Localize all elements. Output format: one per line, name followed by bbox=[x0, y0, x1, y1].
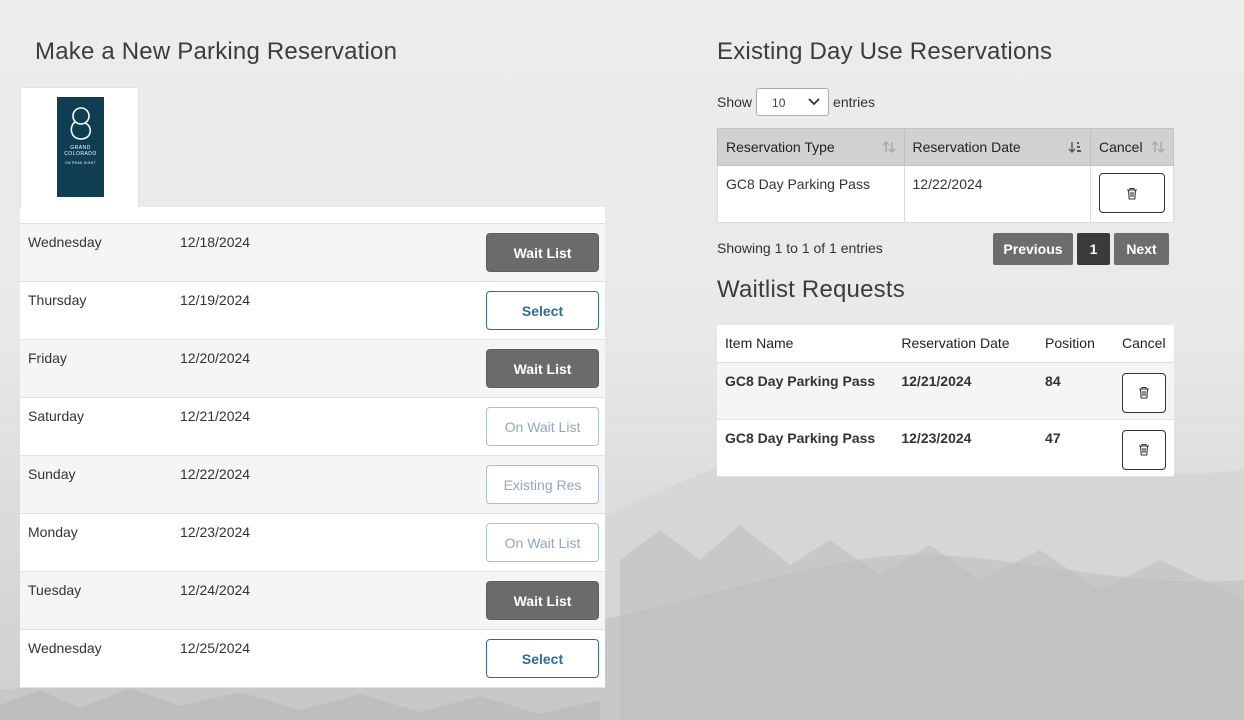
trash-icon bbox=[1139, 443, 1149, 456]
disabled-action-button: On Wait List bbox=[486, 523, 599, 562]
page-length-value: 10 bbox=[772, 96, 786, 110]
item-name-cell: GC8 Day Parking Pass bbox=[717, 362, 894, 420]
position-cell: 84 bbox=[1037, 362, 1114, 420]
cancel-reservation-button[interactable] bbox=[1099, 173, 1165, 213]
pagination: Previous 1 Next bbox=[993, 233, 1169, 265]
cancel-cell bbox=[1090, 165, 1174, 223]
select-action-button[interactable]: Select bbox=[486, 291, 599, 330]
day-date: 12/25/2024 bbox=[180, 640, 251, 656]
column-header-reservation-date[interactable]: Reservation Date bbox=[903, 128, 1091, 166]
page-1-button[interactable]: 1 bbox=[1077, 233, 1110, 265]
next-page-button[interactable]: Next bbox=[1114, 233, 1169, 265]
column-header-label: Reservation Date bbox=[912, 139, 1021, 155]
day-date: 12/20/2024 bbox=[180, 350, 251, 366]
entries-label: entries bbox=[833, 94, 876, 110]
day-date: 12/22/2024 bbox=[180, 466, 251, 482]
table-row: GC8 Day Parking Pass 12/22/2024 bbox=[717, 165, 1174, 223]
cancel-cell bbox=[1113, 419, 1174, 477]
reservation-date-cell: 12/21/2024 bbox=[893, 362, 1038, 420]
page-length-control: Show 10 entries bbox=[717, 88, 875, 116]
logo-text-line2: COLORADO bbox=[64, 151, 97, 157]
cancel-cell bbox=[1113, 362, 1174, 420]
page-title-new-reservation: Make a New Parking Reservation bbox=[35, 38, 398, 65]
existing-reservations-table: Reservation Type Reservation Date Cancel… bbox=[717, 128, 1174, 223]
column-header-item-name: Item Name bbox=[717, 325, 894, 363]
table-row: Friday 12/20/2024 Wait List bbox=[20, 340, 605, 398]
day-date: 12/19/2024 bbox=[180, 292, 251, 308]
available-days-table: Wednesday 12/18/2024 Wait List Thursday 12/1… bbox=[20, 207, 605, 688]
table-info-text: Showing 1 to 1 of 1 entries bbox=[717, 240, 883, 256]
column-header-reservation-date: Reservation Date bbox=[893, 325, 1038, 363]
table-row: Tuesday 12/24/2024 Wait List bbox=[20, 572, 605, 630]
page-title-existing-reservations: Existing Day Use Reservations bbox=[717, 38, 1053, 65]
waitlist-title: Waitlist Requests bbox=[717, 276, 905, 303]
column-header-position: Position bbox=[1037, 325, 1114, 363]
table-row: Wednesday 12/25/2024 Select bbox=[20, 630, 605, 688]
sort-icon bbox=[882, 141, 895, 153]
disabled-action-button: On Wait List bbox=[486, 407, 599, 446]
reservation-date-cell: 12/22/2024 bbox=[903, 165, 1091, 223]
column-header-cancel[interactable]: Cancel bbox=[1090, 128, 1174, 166]
day-name: Monday bbox=[28, 524, 78, 540]
position-cell: 47 bbox=[1037, 419, 1114, 477]
page-length-select[interactable]: 10 bbox=[756, 88, 830, 116]
day-date: 12/23/2024 bbox=[180, 524, 251, 540]
grand-colorado-logo: GRAND COLORADO ON PEAK EIGHT bbox=[57, 97, 104, 197]
chevron-down-icon bbox=[808, 98, 820, 106]
select-action-button[interactable]: Select bbox=[486, 639, 599, 678]
table-row: GC8 Day Parking Pass 12/21/2024 84 bbox=[717, 362, 1174, 420]
cancel-waitlist-button[interactable] bbox=[1122, 429, 1166, 470]
table-row: GC8 Day Parking Pass 12/23/2024 47 bbox=[717, 419, 1174, 477]
reservation-date-cell: 12/23/2024 bbox=[893, 419, 1038, 477]
column-header-cancel: Cancel bbox=[1113, 325, 1174, 363]
wait-action-button[interactable]: Wait List bbox=[486, 233, 599, 272]
wait-action-button[interactable]: Wait List bbox=[486, 581, 599, 620]
day-name: Friday bbox=[28, 350, 67, 366]
day-date: 12/21/2024 bbox=[180, 408, 251, 424]
sort-icon bbox=[1151, 141, 1165, 153]
table-row: Saturday 12/21/2024 On Wait List bbox=[20, 398, 605, 456]
reservation-type-cell: GC8 Day Parking Pass bbox=[717, 165, 905, 223]
day-name: Thursday bbox=[28, 292, 87, 308]
day-name: Tuesday bbox=[28, 582, 82, 598]
disabled-action-button: Existing Res bbox=[486, 465, 599, 504]
table-row: Sunday 12/22/2024 Existing Res bbox=[20, 456, 605, 514]
column-header-reservation-type[interactable]: Reservation Type bbox=[717, 128, 905, 166]
day-date: 12/18/2024 bbox=[180, 234, 251, 250]
column-header-label: Cancel bbox=[1099, 139, 1143, 155]
day-date: 12/24/2024 bbox=[180, 582, 251, 598]
table-row: Wednesday 12/18/2024 Wait List bbox=[20, 224, 605, 282]
sort-ascending-icon bbox=[1068, 142, 1081, 153]
resort-logo-card: GRAND COLORADO ON PEAK EIGHT bbox=[20, 87, 139, 207]
day-name: Sunday bbox=[28, 466, 76, 482]
show-label: Show bbox=[717, 94, 753, 110]
table-row: Thursday 12/19/2024 Select bbox=[20, 282, 605, 340]
day-table-header bbox=[20, 207, 605, 224]
wait-action-button[interactable]: Wait List bbox=[486, 349, 599, 388]
trash-icon bbox=[1139, 386, 1149, 399]
item-name-cell: GC8 Day Parking Pass bbox=[717, 419, 894, 477]
day-name: Saturday bbox=[28, 408, 85, 424]
previous-page-button[interactable]: Previous bbox=[993, 233, 1073, 265]
column-header-label: Reservation Type bbox=[726, 139, 835, 155]
cancel-waitlist-button[interactable] bbox=[1122, 372, 1166, 413]
logo-g-icon bbox=[70, 107, 91, 140]
trash-icon bbox=[1127, 187, 1137, 200]
logo-text-line3: ON PEAK EIGHT bbox=[64, 161, 97, 165]
table-row: Monday 12/23/2024 On Wait List bbox=[20, 514, 605, 572]
waitlist-table: Item Name Reservation Date Position Canc… bbox=[717, 325, 1174, 477]
day-name: Wednesday bbox=[28, 234, 102, 250]
day-name: Wednesday bbox=[28, 640, 102, 656]
